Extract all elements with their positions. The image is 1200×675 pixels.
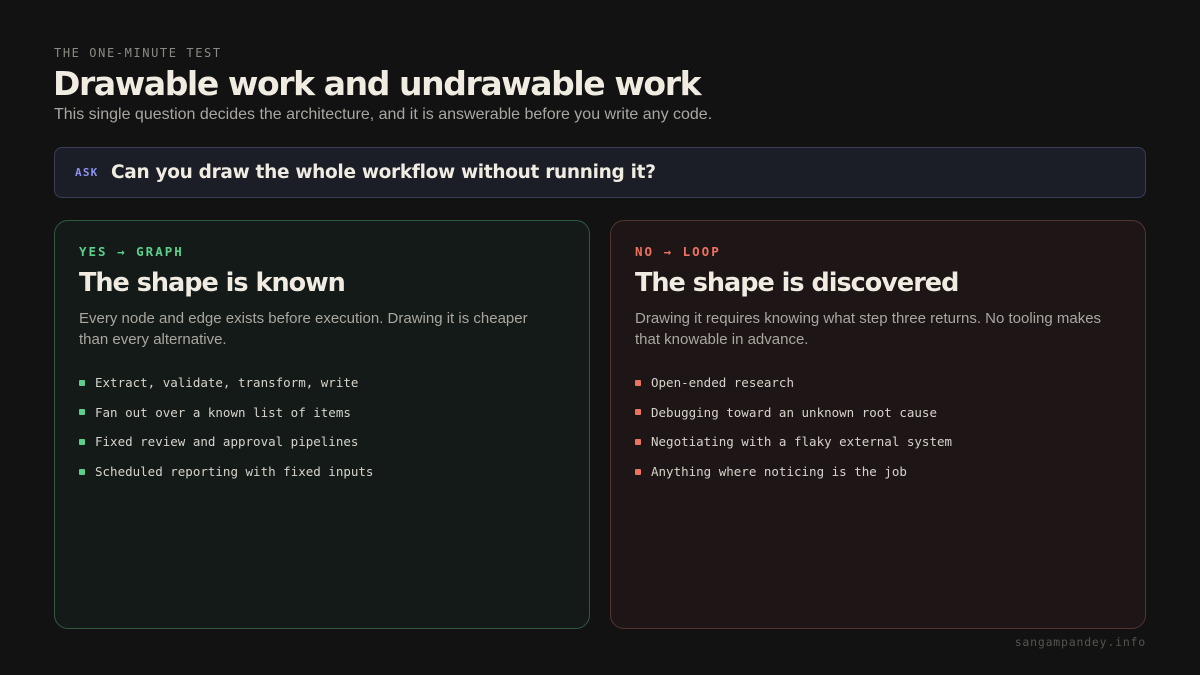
bullet-dot-icon — [79, 468, 85, 475]
no-card-list: Open-ended research Debugging toward an … — [635, 368, 1121, 486]
list-item-text: Extract, validate, transform, write — [95, 375, 359, 391]
list-item: Fan out over a known list of items — [79, 398, 565, 428]
list-item-text: Open-ended research — [651, 375, 794, 391]
list-item-text: Debugging toward an unknown root cause — [651, 404, 937, 420]
yes-card-description: Every node and edge exists before execut… — [79, 310, 528, 348]
list-item-text: Negotiating with a flaky external system — [651, 434, 953, 450]
list-item: Anything where noticing is the job — [635, 457, 1121, 487]
page-subtitle: This single question decides the archite… — [54, 106, 713, 123]
list-item: Negotiating with a flaky external system — [635, 427, 1121, 457]
yes-card-title: The shape is known — [79, 268, 346, 298]
bullet-dot-icon — [79, 409, 85, 416]
bullet-dot-icon — [79, 438, 85, 445]
list-item-text: Anything where noticing is the job — [651, 464, 907, 480]
list-item: Extract, validate, transform, write — [79, 368, 565, 398]
list-item: Open-ended research — [635, 368, 1121, 398]
no-card-description: Drawing it requires knowing what step th… — [635, 310, 1102, 348]
slide: THE ONE-MINUTE TEST Drawable work and un… — [0, 0, 1200, 675]
yes-card: YES → GRAPH The shape is known Every nod… — [54, 220, 590, 629]
bullet-dot-icon — [635, 438, 641, 445]
list-item-text: Scheduled reporting with fixed inputs — [95, 464, 374, 480]
eyebrow-label: THE ONE-MINUTE TEST — [54, 46, 222, 60]
list-item: Debugging toward an unknown root cause — [635, 398, 1121, 428]
ask-banner: ASK Can you draw the whole workflow with… — [54, 147, 1146, 198]
bullet-dot-icon — [635, 468, 641, 475]
list-item: Scheduled reporting with fixed inputs — [79, 457, 565, 487]
ask-tag: ASK — [75, 166, 99, 179]
footer-site-label: sangampandey.info — [1014, 635, 1146, 649]
bullet-dot-icon — [635, 379, 641, 386]
no-card-tag: NO → LOOP — [635, 244, 721, 259]
list-item: Fixed review and approval pipelines — [79, 427, 565, 457]
list-item-text: Fixed review and approval pipelines — [95, 434, 359, 450]
yes-card-tag: YES → GRAPH — [79, 244, 184, 259]
ask-question: Can you draw the whole workflow without … — [111, 162, 656, 183]
no-card: NO → LOOP The shape is discovered Drawin… — [610, 220, 1146, 629]
no-card-title: The shape is discovered — [635, 268, 959, 298]
bullet-dot-icon — [79, 379, 85, 386]
bullet-dot-icon — [635, 409, 641, 416]
list-item-text: Fan out over a known list of items — [95, 404, 351, 420]
page-title: Drawable work and undrawable work — [53, 64, 702, 103]
yes-card-list: Extract, validate, transform, write Fan … — [79, 368, 565, 486]
